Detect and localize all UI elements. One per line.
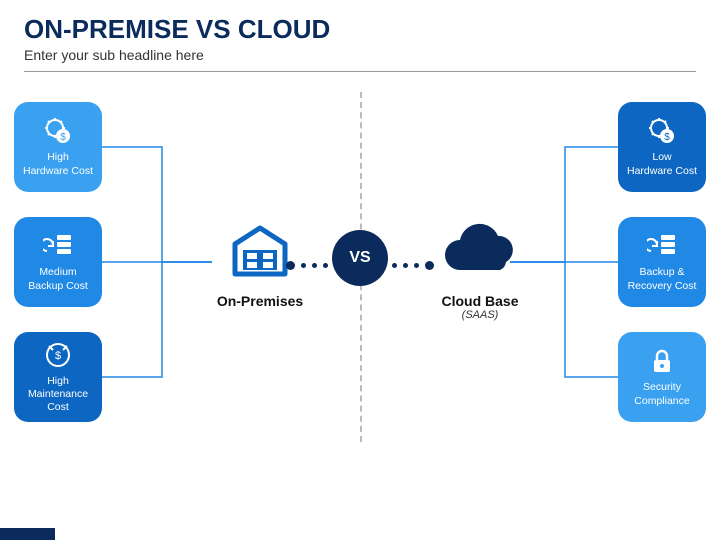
server-backup-icon	[43, 231, 73, 261]
card-medium-backup: Medium Backup Cost	[14, 217, 102, 307]
card-high-hardware: $ High Hardware Cost	[14, 102, 102, 192]
cloud-block: Cloud Base (SAAS)	[420, 222, 540, 321]
card-low-hardware: $ Low Hardware Cost	[618, 102, 706, 192]
gear-money-icon: $	[43, 116, 73, 146]
lock-icon	[647, 346, 677, 376]
card-label: High Maintenance Cost	[28, 375, 88, 414]
card-backup-recovery: Backup & Recovery Cost	[618, 217, 706, 307]
diagram-canvas: $ High Hardware Cost Medium Backup Cost …	[0, 72, 720, 532]
cloud-icon	[435, 222, 525, 282]
vs-badge: VS	[332, 230, 388, 286]
svg-text:$: $	[664, 132, 670, 143]
svg-text:$: $	[55, 350, 61, 362]
dots-left	[283, 257, 331, 259]
on-premises-label: On-Premises	[200, 293, 320, 309]
card-security-compliance: Security Compliance	[618, 332, 706, 422]
card-label: Backup & Recovery Cost	[628, 266, 697, 292]
page-subtitle: Enter your sub headline here	[24, 47, 696, 63]
maintenance-cost-icon: $	[43, 340, 73, 370]
building-icon	[225, 222, 295, 282]
server-backup-icon	[647, 231, 677, 261]
cloud-sublabel: (SAAS)	[420, 309, 540, 321]
card-label: Low Hardware Cost	[627, 151, 697, 177]
svg-text:$: $	[60, 132, 66, 143]
page-title: ON-PREMISE VS CLOUD	[24, 14, 696, 45]
cloud-label: Cloud Base	[420, 293, 540, 309]
gear-money-icon: $	[647, 116, 677, 146]
footer-accent	[0, 528, 55, 540]
card-label: High Hardware Cost	[23, 151, 93, 177]
card-label: Security Compliance	[634, 381, 689, 407]
card-high-maintenance: $ High Maintenance Cost	[14, 332, 102, 422]
card-label: Medium Backup Cost	[28, 266, 88, 292]
